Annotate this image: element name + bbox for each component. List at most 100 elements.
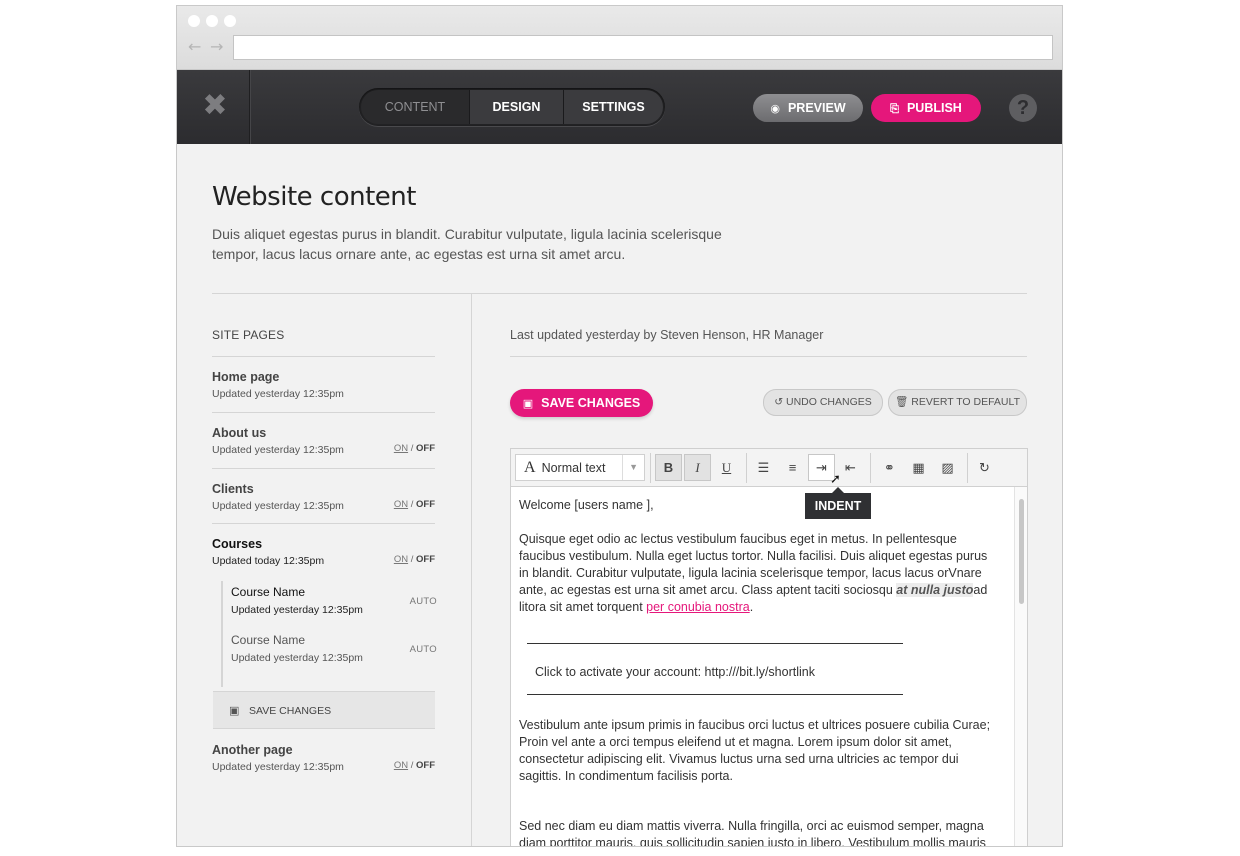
outdent-icon[interactable]: ⇤ bbox=[837, 454, 864, 481]
bullet-list-icon[interactable]: ≡ bbox=[779, 454, 806, 481]
link-icon[interactable]: ⚭ bbox=[876, 454, 903, 481]
undo-changes-button[interactable]: ↺ UNDO CHANGES bbox=[763, 389, 883, 416]
font-icon: A bbox=[524, 459, 536, 476]
editor-scrollbar[interactable] bbox=[1014, 487, 1027, 846]
tab-settings[interactable]: SETTINGS bbox=[563, 90, 663, 124]
page-name: Courses bbox=[212, 537, 263, 551]
publish-icon: ⎘ bbox=[890, 103, 899, 115]
on-off-toggle[interactable]: ON / OFF bbox=[394, 760, 435, 771]
off-option[interactable]: OFF bbox=[416, 499, 435, 510]
help-icon[interactable]: ? bbox=[1009, 94, 1037, 122]
ordered-list-icon[interactable]: ☰ bbox=[750, 454, 777, 481]
close-icon[interactable]: ✖ bbox=[201, 91, 229, 121]
off-option[interactable]: OFF bbox=[416, 554, 435, 565]
sidebar-item-about[interactable]: About us Updated yesterday 12:35pm ON / … bbox=[212, 426, 435, 456]
editor-content[interactable]: Welcome [users name ], Quisque eget odio… bbox=[519, 497, 999, 847]
back-arrow-icon[interactable]: ← bbox=[188, 39, 201, 55]
on-option[interactable]: ON bbox=[394, 760, 408, 771]
underline-button[interactable]: U bbox=[713, 454, 740, 481]
pointer-cursor-icon: ➚ bbox=[830, 472, 841, 487]
header-divider bbox=[249, 70, 250, 144]
save-label: SAVE CHANGES bbox=[541, 396, 641, 410]
off-option[interactable]: OFF bbox=[416, 443, 435, 454]
trash-icon: 🗑 bbox=[895, 396, 909, 408]
calendar-icon: ▣ bbox=[229, 705, 240, 717]
preview-button[interactable]: ◉ PREVIEW bbox=[753, 94, 863, 122]
on-option[interactable]: ON bbox=[394, 499, 408, 510]
undo-icon: ↺ bbox=[774, 396, 784, 408]
chevron-down-icon: ▼ bbox=[622, 455, 638, 480]
revert-label: REVERT TO DEFAULT bbox=[911, 396, 1020, 408]
page-name: Clients bbox=[212, 482, 254, 496]
sidebar-item-another[interactable]: Another page Updated yesterday 12:35pm O… bbox=[212, 743, 435, 773]
browser-window: ← → ✖ CONTENT DESIGN SETTINGS ◉ PREVIEW ⎘… bbox=[176, 5, 1063, 847]
paragraph-3: Sed nec diam eu diam mattis viverra. Nul… bbox=[519, 819, 986, 847]
publish-button[interactable]: ⎘ PUBLISH bbox=[871, 94, 981, 122]
toolbar-separator bbox=[967, 453, 968, 483]
on-off-toggle[interactable]: ON / OFF bbox=[394, 499, 435, 510]
sidebar-item-home[interactable]: Home page Updated yesterday 12:35pm bbox=[212, 370, 435, 400]
paragraph-2: Vestibulum ante ipsum primis in faucibus… bbox=[519, 718, 991, 783]
site-pages-title: SITE PAGES bbox=[212, 328, 285, 342]
page-name: About us bbox=[212, 426, 267, 440]
format-value: Normal text bbox=[541, 461, 606, 475]
sidebar-save-label: SAVE CHANGES bbox=[249, 705, 332, 717]
text-format-select[interactable]: A Normal text ▼ bbox=[515, 454, 645, 481]
forward-arrow-icon[interactable]: → bbox=[210, 39, 223, 55]
tab-content[interactable]: CONTENT bbox=[361, 90, 469, 124]
off-option[interactable]: OFF bbox=[416, 760, 435, 771]
table-icon[interactable]: ▦ bbox=[905, 454, 932, 481]
italic-button[interactable]: I bbox=[684, 454, 711, 481]
tab-design[interactable]: DESIGN bbox=[469, 90, 563, 124]
on-option[interactable]: ON bbox=[394, 554, 408, 565]
eye-icon: ◉ bbox=[770, 103, 780, 115]
sidebar-rule bbox=[212, 468, 435, 469]
sub-page-name: Course Name bbox=[231, 585, 306, 599]
editor-rule bbox=[510, 356, 1027, 357]
preview-label: PREVIEW bbox=[787, 101, 846, 115]
section-divider bbox=[212, 293, 1027, 294]
rich-text-editor: A Normal text ▼ B I U ☰ ≡ ⇥ ⇤ ⚭ ▦ ▨ ↻ ➚ I… bbox=[510, 448, 1028, 847]
sidebar-item-courses[interactable]: Courses Updated today 12:35pm ON / OFF bbox=[212, 537, 435, 567]
auto-status: AUTO bbox=[409, 644, 437, 655]
toolbar-separator bbox=[650, 453, 651, 483]
app-header: ✖ CONTENT DESIGN SETTINGS ◉ PREVIEW ⎘ PUBL… bbox=[177, 70, 1062, 144]
sub-page-item[interactable]: Course Name Updated yesterday 12:35pm AU… bbox=[231, 633, 437, 664]
window-maximize-dot[interactable] bbox=[224, 15, 236, 27]
para1-end: . bbox=[749, 600, 754, 614]
calendar-icon: ▣ bbox=[522, 398, 534, 410]
page-name: Another page bbox=[212, 743, 293, 757]
window-close-dot[interactable] bbox=[188, 15, 200, 27]
on-off-toggle[interactable]: ON / OFF bbox=[394, 554, 435, 565]
sidebar-rule bbox=[212, 356, 435, 357]
on-option[interactable]: ON bbox=[394, 443, 408, 454]
sub-pages: Course Name Updated yesterday 12:35pm AU… bbox=[221, 581, 437, 687]
image-icon[interactable]: ▨ bbox=[934, 454, 961, 481]
sidebar-rule bbox=[212, 523, 435, 524]
last-updated-text: Last updated yesterday by Steven Henson,… bbox=[510, 328, 824, 342]
redo-icon[interactable]: ↻ bbox=[971, 454, 998, 481]
sub-page-updated: Updated yesterday 12:35pm bbox=[231, 604, 363, 616]
on-off-toggle[interactable]: ON / OFF bbox=[394, 443, 435, 454]
sidebar-divider bbox=[471, 294, 472, 846]
page-description: Duis aliquet egestas purus in blandit. C… bbox=[212, 226, 722, 262]
address-bar[interactable] bbox=[233, 35, 1053, 60]
callout-text: Click to activate your account: http:///… bbox=[535, 665, 815, 679]
revert-to-default-button[interactable]: 🗑 REVERT TO DEFAULT bbox=[888, 389, 1027, 416]
page-name: Home page bbox=[212, 370, 280, 384]
sub-page-item[interactable]: Course Name Updated yesterday 12:35pm AU… bbox=[231, 585, 437, 616]
sub-page-updated: Updated yesterday 12:35pm bbox=[231, 652, 363, 664]
editor-toolbar: A Normal text ▼ B I U ☰ ≡ ⇥ ⇤ ⚭ ▦ ▨ ↻ ➚ bbox=[511, 449, 1027, 487]
content-link[interactable]: per conubia nostra bbox=[646, 600, 750, 614]
window-minimize-dot[interactable] bbox=[206, 15, 218, 27]
scrollbar-thumb[interactable] bbox=[1019, 499, 1024, 604]
save-changes-button[interactable]: ▣ SAVE CHANGES bbox=[510, 389, 653, 417]
bold-button[interactable]: B bbox=[655, 454, 682, 481]
sidebar-save-button[interactable]: ▣ SAVE CHANGES bbox=[213, 691, 435, 729]
main-tabs: CONTENT DESIGN SETTINGS bbox=[359, 88, 665, 126]
sidebar-item-clients[interactable]: Clients Updated yesterday 12:35pm ON / O… bbox=[212, 482, 435, 512]
undo-label: UNDO CHANGES bbox=[785, 396, 872, 408]
browser-chrome: ← → bbox=[177, 6, 1062, 70]
